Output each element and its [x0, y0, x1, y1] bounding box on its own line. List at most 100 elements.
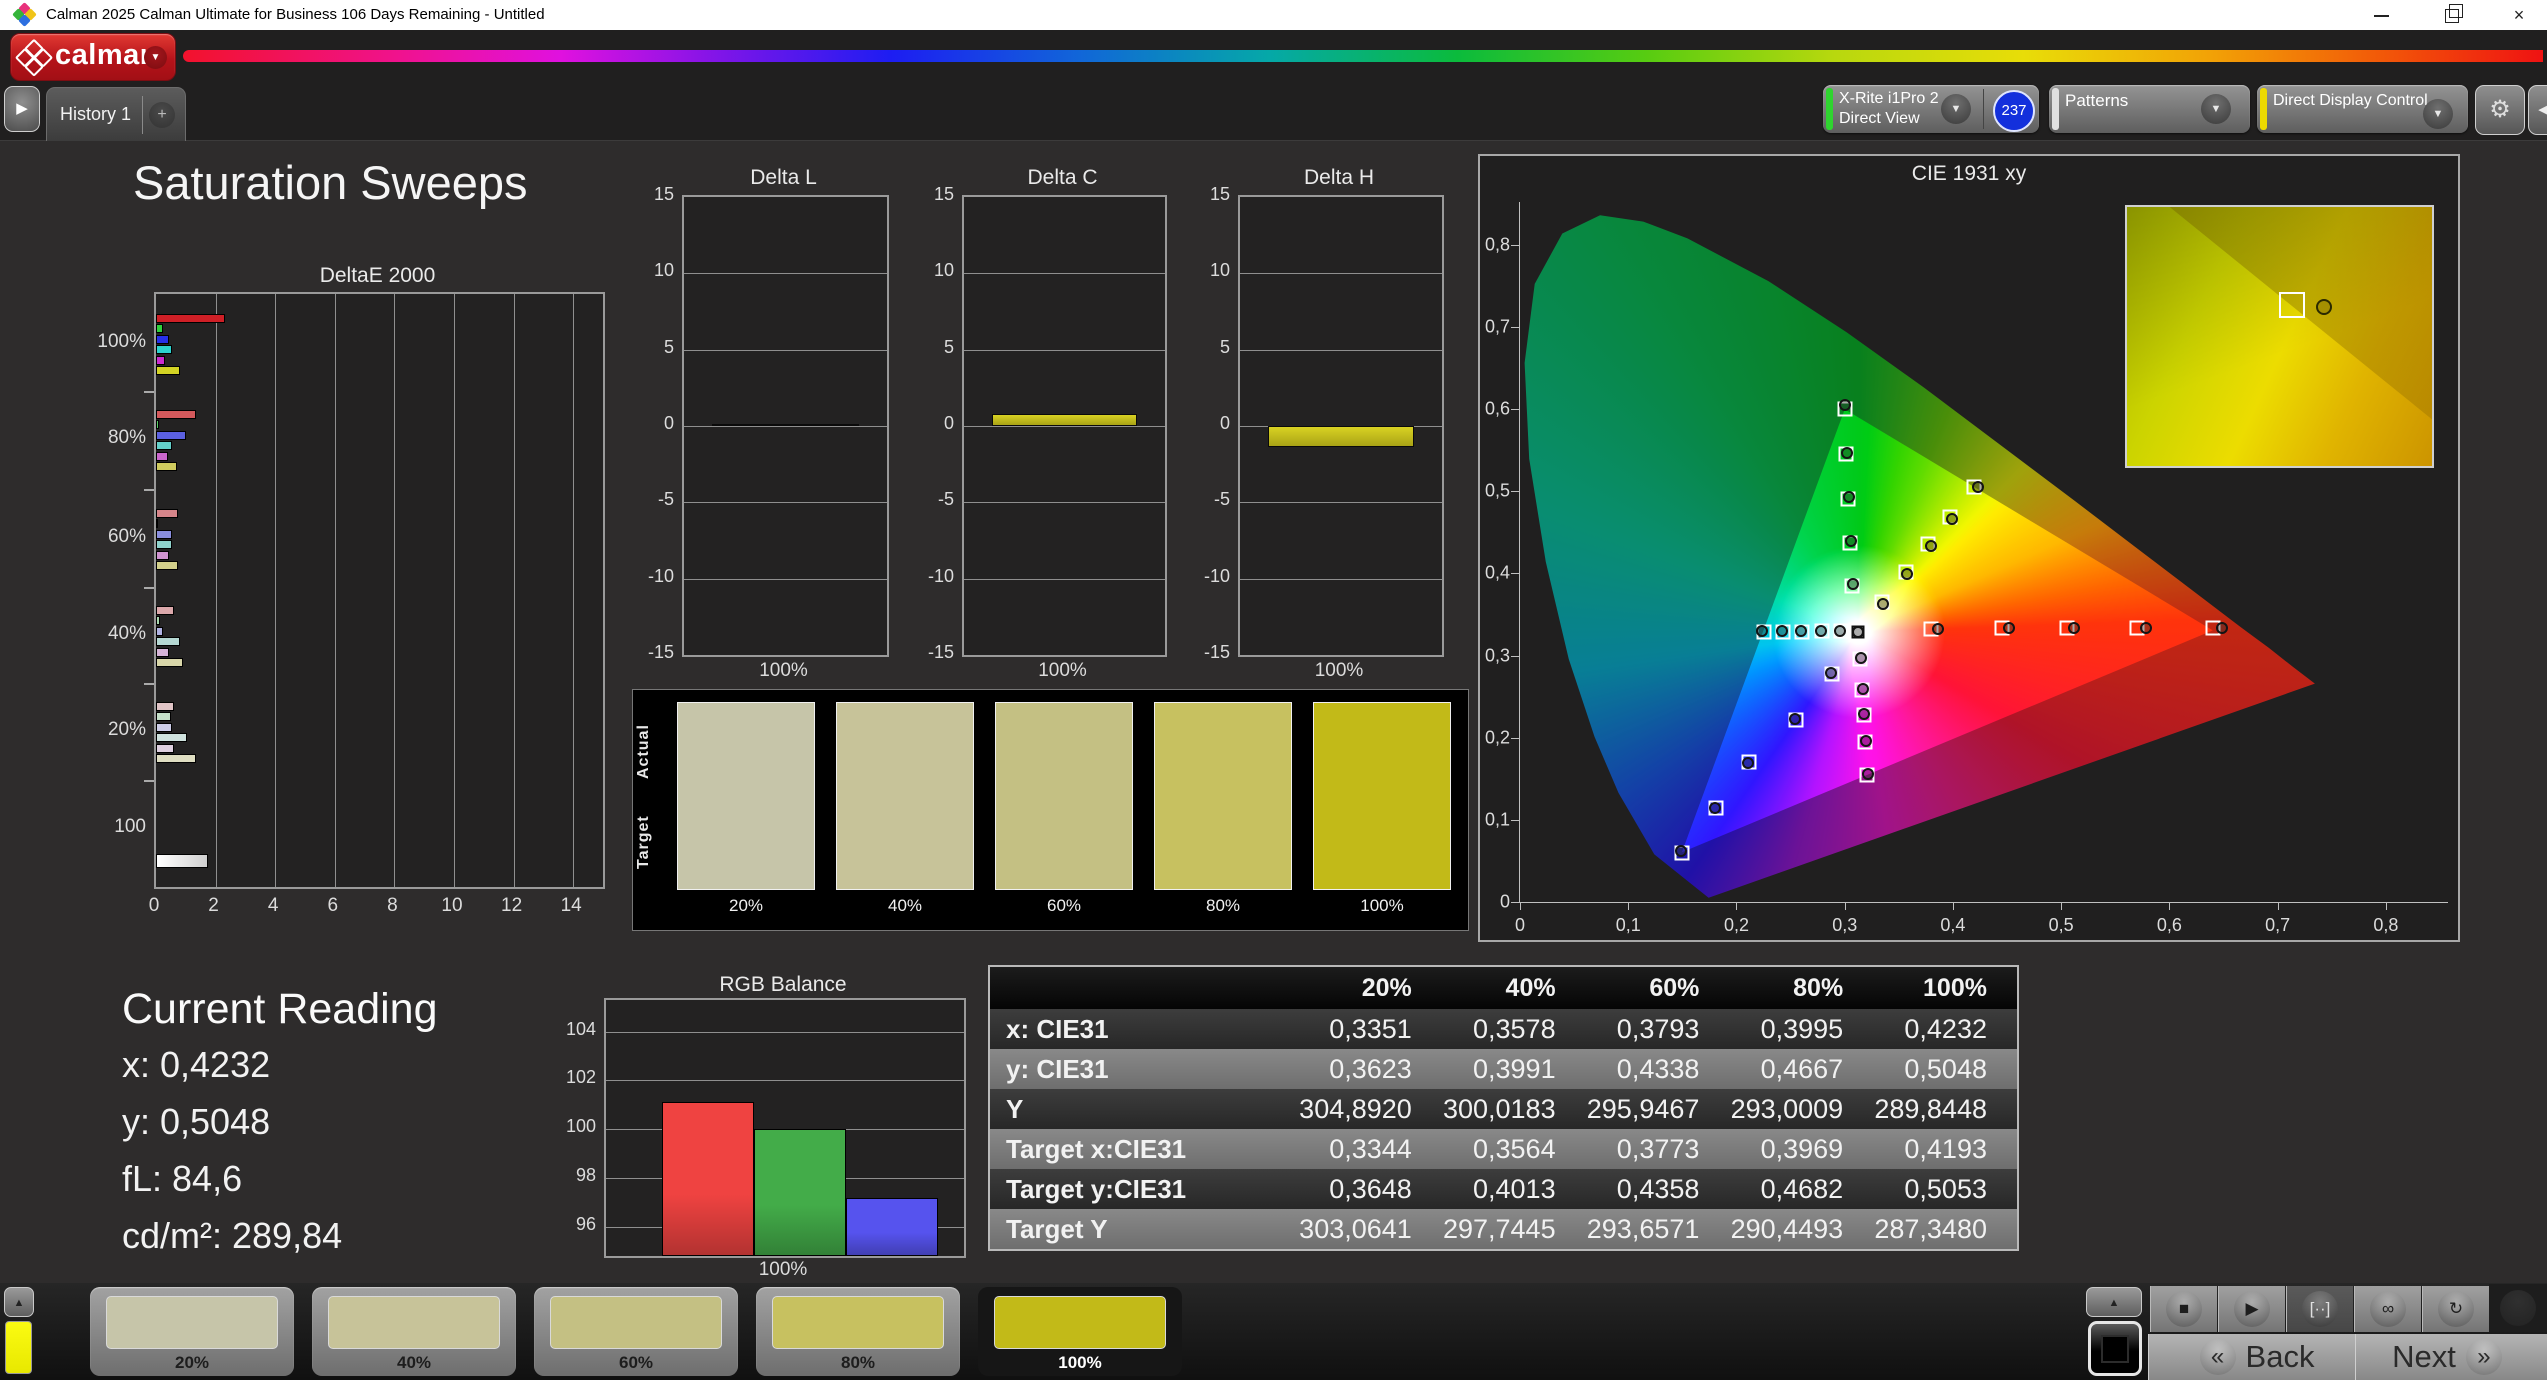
x-tick [1628, 902, 1630, 910]
gridline [964, 349, 1165, 351]
bar-2 [156, 334, 170, 344]
y-tick-label: -5 [657, 489, 674, 510]
x-tick-label: 8 [387, 895, 398, 916]
gridline [964, 273, 1165, 275]
cell: 0,4667 [1760, 1054, 1844, 1084]
display-control-dropdown[interactable]: Direct Display Control ▼ [2257, 85, 2468, 133]
y-tick-label: 10 [933, 260, 954, 281]
deltae-plot [154, 292, 605, 889]
pattern-button-40%[interactable]: 40% [312, 1287, 516, 1376]
y-group-label: 20% [107, 719, 146, 740]
bar-4 [156, 355, 165, 365]
loop-button[interactable]: ∞ [2354, 1286, 2421, 1332]
pattern-button-80%[interactable]: 80% [756, 1287, 960, 1376]
play-button[interactable]: ▶ [2218, 1286, 2285, 1332]
x-tick-label: 6 [327, 895, 339, 916]
refresh-icon: ↻ [2438, 1291, 2474, 1327]
y-tick-label: 96 [575, 1213, 596, 1234]
tab-history-1[interactable]: History 1 + [46, 87, 186, 141]
pattern-window-indicator[interactable] [2088, 1321, 2142, 1376]
rgb-plot [604, 998, 966, 1258]
target-row-label: Target [635, 815, 652, 870]
refresh-button[interactable]: ↻ [2422, 1286, 2489, 1332]
x-tick [2385, 902, 2387, 910]
restore-button[interactable] [2424, 0, 2480, 30]
current-reading-y: y: 0,5048 [122, 1101, 271, 1142]
y-tick [1511, 326, 1519, 328]
back-label: Back [2245, 1339, 2315, 1374]
x-tick-label: 4 [267, 895, 279, 916]
cell: 293,0009 [1730, 1094, 1844, 1124]
stop-button[interactable]: ■ [2150, 1286, 2217, 1332]
display-control-label: Direct Display Control [2273, 92, 2428, 109]
calman-menu-button[interactable]: calman ▼ [10, 33, 176, 81]
meter-dropdown[interactable]: X-Rite i1Pro 2 Direct View ▼ 237 [1823, 85, 2039, 133]
pattern-button-20%[interactable]: 20% [90, 1287, 294, 1376]
pattern-button-60%[interactable]: 60% [534, 1287, 738, 1376]
y-tick-label: -10 [647, 565, 674, 586]
settings-gear-button[interactable]: ⚙ [2475, 85, 2525, 135]
measured-blue [1742, 757, 1755, 770]
pattern-window-button[interactable]: [··] [2286, 1286, 2353, 1332]
swatch-100% [1313, 702, 1451, 890]
table-row: y: CIE31 0,3623 0,3991 0,4338 0,4667 0,5048 [990, 1049, 2017, 1089]
cell: 0,4338 [1616, 1054, 1700, 1084]
delta-h-xlabel: 100% [1314, 660, 1364, 681]
cie-x-axis [1519, 902, 2449, 903]
bar-5 [156, 462, 177, 471]
chevron-down-icon: ▼ [2201, 94, 2231, 124]
x-tick-label: 0,6 [2156, 915, 2182, 935]
measured-magenta [1859, 734, 1872, 747]
y-tick-label: -5 [937, 489, 954, 510]
cell: 293,6571 [1586, 1214, 1700, 1244]
add-tab-button[interactable]: + [149, 101, 176, 128]
next-chevron-icon: » [2465, 1338, 2502, 1375]
tab-toolbar: ▶ History 1 + X-Rite i1Pro 2 Direct View… [0, 83, 2547, 141]
measured-green [1841, 446, 1854, 459]
cie-y-axis [1519, 202, 1520, 902]
x-tick-label: 0,8 [2373, 915, 2399, 935]
pattern-label: 80% [840, 1353, 876, 1372]
delta-bar [712, 423, 859, 426]
gridline [964, 426, 1165, 427]
delta_l-plot [682, 195, 889, 657]
y-tick-label: 0,3 [1484, 645, 1510, 666]
cie-title: CIE 1931 xy [1911, 162, 2027, 185]
gridline [684, 426, 887, 427]
swatch-80% [1154, 702, 1292, 890]
gridline [1240, 273, 1442, 275]
y-tick-label: 0,1 [1484, 809, 1510, 830]
x-tick [1520, 902, 1521, 910]
measured-yellow [1946, 512, 1959, 525]
collapse-toolbar-button[interactable]: ◀ [2528, 85, 2547, 135]
current-reading-x: x: 0,4232 [122, 1044, 271, 1085]
close-button[interactable]: × [2491, 0, 2547, 30]
run-session-button[interactable]: ▶ [4, 86, 40, 132]
y-tick-label: -15 [1203, 642, 1230, 662]
pattern-list-up-button[interactable]: ▲ [4, 1287, 34, 1317]
measured-cyan [1795, 625, 1808, 638]
back-button[interactable]: « Back [2148, 1334, 2355, 1380]
cell: 289,8448 [1874, 1094, 1987, 1124]
bar-1 [156, 420, 159, 430]
bar-1 [156, 616, 161, 626]
next-button[interactable]: Next » [2355, 1334, 2547, 1380]
patterns-dropdown[interactable]: Patterns ▼ [2049, 85, 2250, 133]
deltae-chart-title: DeltaE 2000 [319, 264, 436, 287]
row-label: Y [1006, 1094, 1024, 1124]
cell: 0,4682 [1760, 1174, 1844, 1204]
bar-4 [156, 743, 174, 753]
y-tick [1511, 737, 1519, 739]
minimize-icon [2374, 15, 2389, 17]
cell: 0,3648 [1329, 1174, 1412, 1204]
delta_c-ylabels: 15 10 5 0 -5 -10 -15 [906, 184, 962, 662]
minimize-button[interactable] [2354, 0, 2410, 30]
current-reading-heading: Current Reading [122, 985, 438, 1033]
delta-c-title: Delta C [1027, 166, 1098, 189]
rgb-ylabels: 104 102 100 98 96 [540, 998, 604, 1254]
current-reading-cdm2: cd/m²: 289,84 [122, 1215, 343, 1256]
bar-4 [156, 550, 170, 560]
pattern-button-100%[interactable]: 100% [978, 1287, 1182, 1376]
transport-up-button[interactable]: ▲ [2086, 1287, 2142, 1317]
bar-0 [156, 314, 225, 323]
